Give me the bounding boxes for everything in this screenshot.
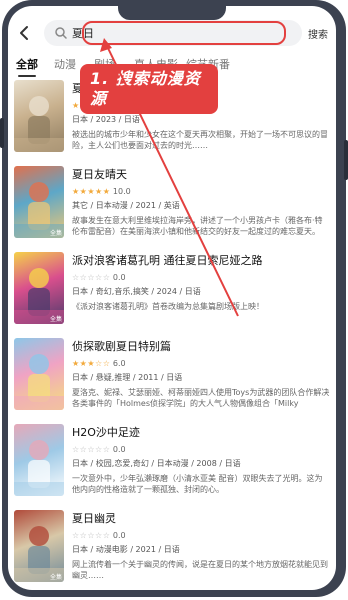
item-title[interactable]: 派对浪客诸葛孔明 通往夏日索尼娅之路 bbox=[72, 252, 330, 268]
item-title[interactable]: 夏日幽灵 bbox=[72, 510, 330, 526]
item-description: 被选出的城市少年和少女在这个夏天再次相聚，开始了一场不可思议的冒险，主人公们也要… bbox=[72, 130, 328, 150]
tab-all[interactable]: 全部 bbox=[16, 56, 38, 72]
list-item[interactable]: H2O沙中足迹 ☆☆☆☆☆ 0.0 日本 / 校园,恋爱,奇幻 / 日本动漫 /… bbox=[8, 424, 336, 510]
item-title[interactable]: H2O沙中足迹 bbox=[72, 424, 330, 440]
rating-score: 10.0 bbox=[112, 187, 131, 196]
item-info: 夏日友晴天 ★★★★★ 10.0 其它 / 日本动漫 / 2021 / 英语 故… bbox=[72, 166, 330, 237]
volume-button bbox=[0, 118, 4, 148]
active-tab-indicator bbox=[18, 75, 36, 77]
item-title[interactable]: 侦探歌剧夏日特别篇 bbox=[72, 338, 330, 354]
rating-stars: ☆☆☆☆☆ bbox=[72, 273, 111, 282]
poster-badge: 全集 bbox=[49, 316, 62, 323]
item-description: 《派对浪客诸葛孔明》首卷改编为总集篇剧场版上映！ bbox=[72, 302, 264, 311]
item-description: 故事发生在意大利里维埃拉海岸旁，讲述了一个小男孩卢卡（雅各布·特伦布雷配音）在美… bbox=[72, 216, 323, 236]
item-meta: 日本 / 奇幻,音乐,搞笑 / 2024 / 日语 bbox=[72, 287, 201, 296]
rating-stars: ☆☆☆☆☆ bbox=[72, 445, 111, 454]
rating-stars: ☆☆☆☆☆ bbox=[72, 531, 111, 540]
item-info: 派对浪客诸葛孔明 通往夏日索尼娅之路 ☆☆☆☆☆ 0.0 日本 / 奇幻,音乐,… bbox=[72, 252, 330, 323]
item-rating: ☆☆☆☆☆ 0.0 bbox=[72, 273, 330, 282]
rating-stars: ★★★☆☆ bbox=[72, 359, 111, 368]
instruction-callout: 1. 搜索动漫资 源 bbox=[80, 64, 218, 114]
poster-image[interactable]: 全集 bbox=[14, 166, 64, 238]
rating-score: 0.0 bbox=[112, 273, 126, 282]
power-button bbox=[344, 140, 348, 180]
poster-art bbox=[14, 354, 64, 410]
item-meta: 日本 / 校园,恋爱,奇幻 / 日本动漫 / 2008 / 日语 bbox=[72, 459, 241, 468]
search-button[interactable]: 搜索 bbox=[308, 26, 328, 41]
search-icon bbox=[54, 25, 68, 39]
callout-line-1: 1. 搜索动漫资 bbox=[90, 69, 201, 88]
tab-anime[interactable]: 动漫 bbox=[54, 56, 76, 72]
poster-image[interactable] bbox=[14, 338, 64, 410]
item-rating: ☆☆☆☆☆ 0.0 bbox=[72, 531, 330, 540]
rating-score: 0.0 bbox=[112, 445, 126, 454]
item-info: 侦探歌剧夏日特别篇 ★★★☆☆ 6.0 日本 / 悬疑,推理 / 2011 / … bbox=[72, 338, 330, 409]
poster-art bbox=[14, 440, 64, 496]
item-meta: 其它 / 日本动漫 / 2021 / 英语 bbox=[72, 201, 180, 210]
list-item[interactable]: 全集 夏日友晴天 ★★★★★ 10.0 其它 / 日本动漫 / 2021 / 英… bbox=[8, 166, 336, 252]
list-item[interactable]: 全集 派对浪客诸葛孔明 通往夏日索尼娅之路 ☆☆☆☆☆ 0.0 日本 / 奇幻,… bbox=[8, 252, 336, 338]
item-meta: 日本 / 动漫电影 / 2021 / 日语 bbox=[72, 545, 180, 554]
list-item[interactable]: 侦探歌剧夏日特别篇 ★★★☆☆ 6.0 日本 / 悬疑,推理 / 2011 / … bbox=[8, 338, 336, 424]
callout-line-2: 源 bbox=[90, 89, 108, 108]
item-meta: 日本 / 2023 / 日语 bbox=[72, 115, 140, 124]
item-rating: ★★★★★ 10.0 bbox=[72, 187, 330, 196]
search-highlight-box bbox=[82, 21, 286, 45]
rating-stars: ★★★★★ bbox=[72, 187, 111, 196]
poster-image[interactable] bbox=[14, 80, 64, 152]
item-info: 夏日幽灵 ☆☆☆☆☆ 0.0 日本 / 动漫电影 / 2021 / 日语 网上流… bbox=[72, 510, 330, 581]
item-rating: ★★★☆☆ 6.0 bbox=[72, 359, 330, 368]
poster-image[interactable] bbox=[14, 424, 64, 496]
poster-badge: 全集 bbox=[49, 574, 62, 581]
back-arrow-icon[interactable] bbox=[16, 24, 34, 42]
poster-badge: 全集 bbox=[49, 230, 62, 237]
poster-art bbox=[14, 96, 64, 152]
item-description: 夏洛克、妮禄、艾瑟丽娅、柯蒂丽娅四人使用Toys为武器的团队合作解决各类事件的「… bbox=[72, 388, 330, 408]
item-info: H2O沙中足迹 ☆☆☆☆☆ 0.0 日本 / 校园,恋爱,奇幻 / 日本动漫 /… bbox=[72, 424, 330, 495]
item-rating: ☆☆☆☆☆ 0.0 bbox=[72, 445, 330, 454]
notch bbox=[118, 6, 226, 20]
item-meta: 日本 / 悬疑,推理 / 2011 / 日语 bbox=[72, 373, 183, 382]
list-item[interactable]: 全集 夏日幽灵 ☆☆☆☆☆ 0.0 日本 / 动漫电影 / 2021 / 日语 … bbox=[8, 510, 336, 590]
item-description: 一次意外中，少年弘瀨琢磨（小清水亚美 配音）双眼失去了光明。这为他内向的性格造就… bbox=[72, 474, 323, 494]
rating-score: 6.0 bbox=[112, 359, 126, 368]
rating-score: 0.0 bbox=[112, 531, 126, 540]
item-description: 网上流传着一个关于幽灵的传闻，说是在夏日的某个地方放烟花就能见到幽灵…… bbox=[72, 560, 328, 580]
poster-image[interactable]: 全集 bbox=[14, 252, 64, 324]
item-title[interactable]: 夏日友晴天 bbox=[72, 166, 330, 182]
poster-image[interactable]: 全集 bbox=[14, 510, 64, 582]
